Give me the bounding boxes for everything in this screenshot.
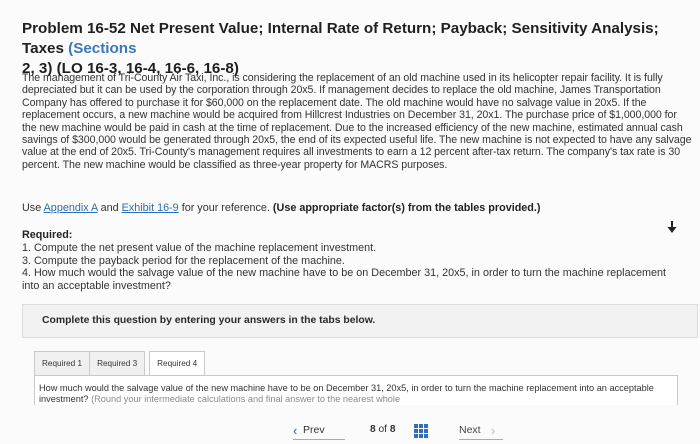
required-item-1: 1. Compute the net present value of the … [22,241,377,254]
navigation-bar: ‹ Prev 8 of 8 Next › [0,417,700,444]
grid-icon[interactable] [414,424,428,438]
question-hint: (Round your intermediate calculations an… [91,393,401,404]
counter-current: 8 [370,424,376,435]
page-counter: 8 of 8 [370,424,396,435]
counter-total: 8 [389,424,396,435]
next-label: Next [459,424,481,436]
reference-prefix: Use [22,202,44,214]
counter-of: of [378,424,388,435]
tab-required-4[interactable]: Required 4 [149,351,206,376]
appendix-a-link[interactable]: Appendix A [44,202,98,214]
chevron-left-icon: ‹ [293,423,298,438]
reference-note: (Use appropriate factor(s) from the tabl… [272,202,541,214]
required-section: Required: 1. Compute the net present val… [22,229,682,293]
required-heading: Required: [22,229,73,241]
tab-required-3[interactable]: Required 3 [90,351,146,376]
answer-tabs: Required 1 Required 3 Required 4 [34,351,206,376]
reference-suffix: for your reference. [178,202,273,214]
question-panel: How much would the salvage value of the … [34,375,678,405]
question-text: How much would the salvage value of the … [35,376,677,404]
problem-description: The management of Tri-County Air Taxi, I… [22,72,692,171]
next-button[interactable]: Next › [459,421,503,440]
problem-title: Problem 16-52 Net Present Value; Interna… [22,19,694,79]
page: Problem 16-52 Net Present Value; Interna… [0,0,700,444]
tab-required-1[interactable]: Required 1 [34,351,91,376]
prev-button[interactable]: ‹ Prev [293,421,345,440]
reference-line: Use Appendix A and Exhibit 16-9 for your… [22,202,682,215]
prev-label: Prev [303,424,325,436]
instruction-banner: Complete this question by entering your … [22,304,698,338]
required-item-4: 4. How much would the salvage value of t… [22,267,666,293]
reference-middle: and [97,202,122,214]
exhibit-16-9-link[interactable]: Exhibit 16-9 [122,202,179,214]
chevron-right-icon: › [491,423,496,438]
required-item-3: 3. Compute the payback period for the re… [22,254,345,267]
problem-title-sections: (Sections [68,40,137,57]
